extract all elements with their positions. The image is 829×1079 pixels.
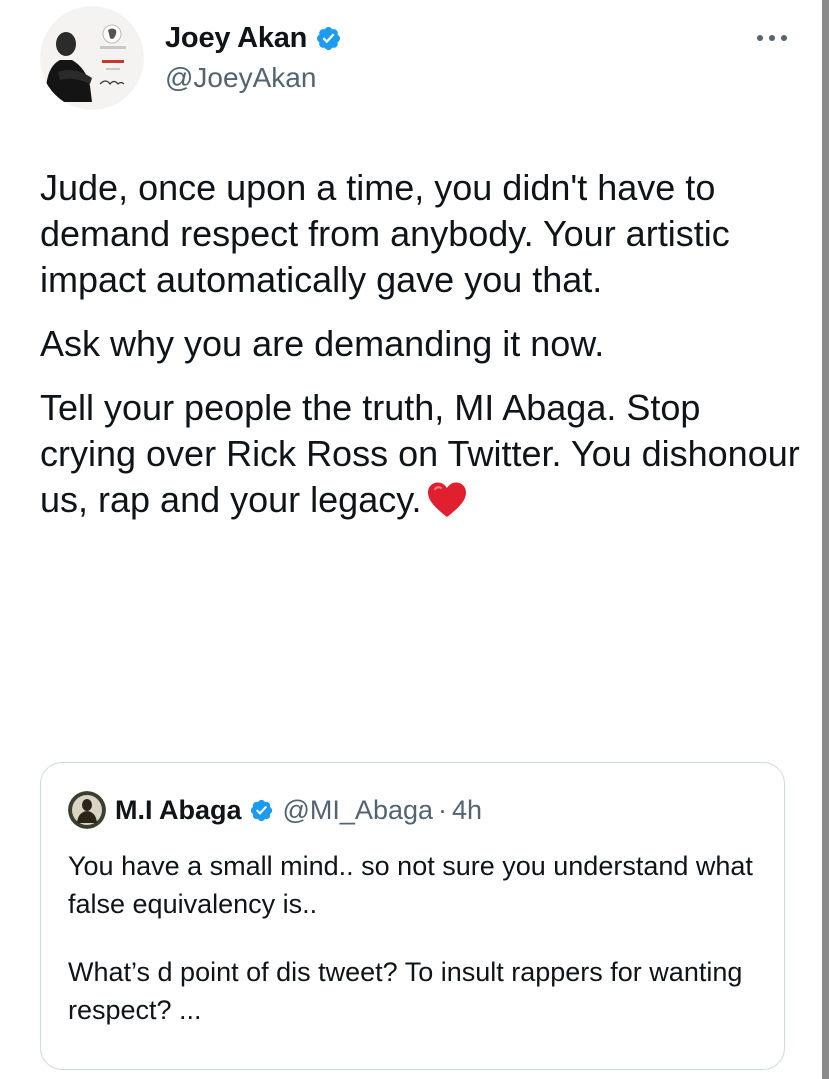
more-dots-icon[interactable] <box>754 28 790 48</box>
tweet-paragraph: Ask why you are demanding it now. <box>40 323 605 364</box>
author-names: Joey Akan @JoeyAkan <box>165 20 342 94</box>
author-avatar-image <box>40 6 144 110</box>
red-heart-icon <box>426 481 468 519</box>
tweet-paragraph-text: Tell your people the truth, MI Abaga. St… <box>40 387 800 520</box>
author-display-name[interactable]: Joey Akan <box>165 22 307 55</box>
scrollbar[interactable] <box>822 0 829 1079</box>
quoted-tweet-body: You have a small mind.. so not sure you … <box>68 847 758 1029</box>
display-name-row: Joey Akan <box>165 20 342 56</box>
author-handle[interactable]: @JoeyAkan <box>165 62 342 94</box>
author-avatar[interactable] <box>40 6 144 110</box>
tweet-body: Jude, once upon a time, you didn't have … <box>40 165 800 541</box>
tweet-paragraph-last: Tell your people the truth, MI Abaga. St… <box>40 385 800 523</box>
quoted-author-handle[interactable]: @MI_Abaga <box>283 795 434 826</box>
quoted-author-avatar[interactable] <box>68 791 106 829</box>
separator-dot: · <box>438 794 448 825</box>
quoted-tweet[interactable]: M.I Abaga @MI_Abaga · 4h You have a smal… <box>40 762 785 1070</box>
quoted-author-display-name[interactable]: M.I Abaga <box>115 795 242 826</box>
quoted-tweet-paragraph: You have a small mind.. so not sure you … <box>68 851 753 919</box>
tweet-header: Joey Akan @JoeyAkan <box>40 6 790 110</box>
quoted-tweet-paragraph: What’s d point of dis tweet? To insult r… <box>68 957 743 1025</box>
verified-badge-icon <box>315 25 342 52</box>
tweet-card[interactable]: Joey Akan @JoeyAkan Jude, once upon a ti… <box>0 0 820 1079</box>
verified-badge-icon <box>249 798 274 823</box>
quoted-tweet-header: M.I Abaga @MI_Abaga · 4h <box>68 791 482 829</box>
tweet-paragraph: Jude, once upon a time, you didn't have … <box>40 167 730 300</box>
quoted-tweet-timestamp[interactable]: 4h <box>452 795 482 826</box>
